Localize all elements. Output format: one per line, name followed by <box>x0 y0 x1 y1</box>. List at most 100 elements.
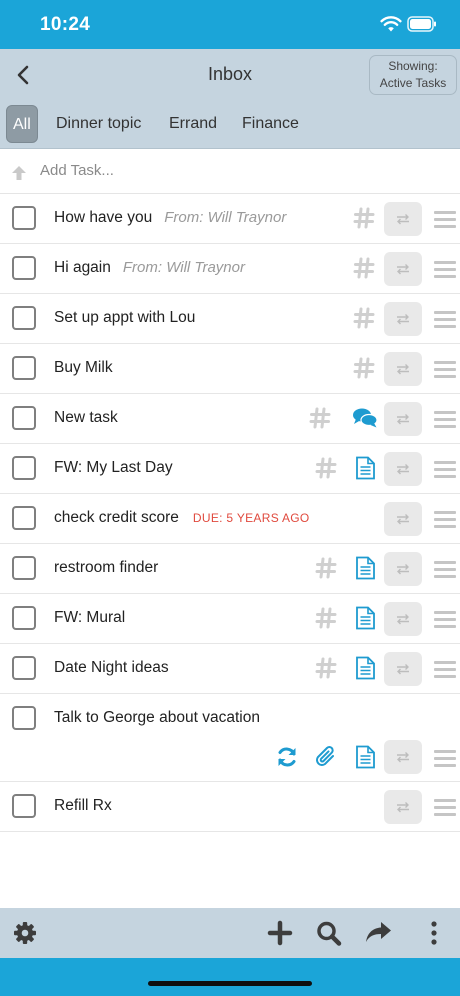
task-row[interactable]: Talk to George about vacation <box>0 694 460 782</box>
move-task-button[interactable] <box>384 502 422 536</box>
tab-dinner-topic[interactable]: Dinner topic <box>50 105 147 143</box>
task-row[interactable]: How have you From: Will Traynor <box>0 194 460 244</box>
move-task-button[interactable] <box>384 302 422 336</box>
hashtag-icon[interactable] <box>353 357 375 379</box>
share-icon[interactable] <box>364 920 392 946</box>
tab-finance[interactable]: Finance <box>236 105 305 143</box>
home-indicator-area <box>0 958 460 996</box>
move-task-button[interactable] <box>384 252 422 286</box>
move-task-button[interactable] <box>384 602 422 636</box>
drag-handle-icon[interactable] <box>434 261 456 279</box>
task-checkbox[interactable] <box>12 506 36 530</box>
note-icon[interactable] <box>354 745 376 769</box>
showing-label: Showing: <box>388 59 438 73</box>
task-row[interactable]: Date Night ideas <box>0 644 460 694</box>
swap-arrows-icon <box>397 752 409 763</box>
task-checkbox[interactable] <box>12 656 36 680</box>
task-row[interactable]: FW: Mural <box>0 594 460 644</box>
task-row[interactable]: Hi again From: Will Traynor <box>0 244 460 294</box>
plus-icon[interactable] <box>266 920 294 946</box>
drag-handle-icon[interactable] <box>434 511 456 529</box>
task-title: How have you From: Will Traynor <box>54 209 286 227</box>
move-task-button[interactable] <box>384 652 422 686</box>
move-task-button[interactable] <box>384 740 422 774</box>
drag-handle-icon[interactable] <box>434 561 456 579</box>
task-checkbox[interactable] <box>12 556 36 580</box>
move-task-button[interactable] <box>384 790 422 824</box>
showing-value: Active Tasks <box>379 76 447 90</box>
back-button[interactable] <box>10 61 36 89</box>
task-row[interactable]: restroom finder <box>0 544 460 594</box>
task-title: Talk to George about vacation <box>54 709 260 726</box>
add-task-row[interactable]: Add Task... <box>0 150 460 194</box>
task-row[interactable]: check credit score DUE: 5 YEARS AGO <box>0 494 460 544</box>
task-checkbox[interactable] <box>12 706 36 730</box>
task-checkbox[interactable] <box>12 406 36 430</box>
hashtag-icon[interactable] <box>353 207 375 229</box>
task-title: FW: My Last Day <box>54 459 173 476</box>
note-icon[interactable] <box>354 606 376 630</box>
swap-arrows-icon <box>397 464 409 475</box>
hashtag-icon[interactable] <box>315 457 337 479</box>
repeat-icon[interactable] <box>275 745 299 769</box>
due-badge: DUE: 5 YEARS AGO <box>192 511 310 525</box>
tab-all[interactable]: All <box>6 105 38 143</box>
tab-errand[interactable]: Errand <box>163 105 223 143</box>
move-task-button[interactable] <box>384 452 422 486</box>
drag-handle-icon[interactable] <box>434 411 456 429</box>
search-icon[interactable] <box>315 920 343 946</box>
hashtag-icon[interactable] <box>315 657 337 679</box>
task-row[interactable]: New task <box>0 394 460 444</box>
move-task-button[interactable] <box>384 202 422 236</box>
note-icon[interactable] <box>354 556 376 580</box>
swap-arrows-icon <box>397 314 409 325</box>
drag-handle-icon[interactable] <box>434 611 456 629</box>
task-row[interactable]: FW: My Last Day <box>0 444 460 494</box>
showing-filter-button[interactable]: Showing: Active Tasks <box>369 55 457 95</box>
task-checkbox[interactable] <box>12 606 36 630</box>
task-checkbox[interactable] <box>12 356 36 380</box>
task-checkbox[interactable] <box>12 794 36 818</box>
add-task-input[interactable]: Add Task... <box>40 162 114 179</box>
hashtag-icon[interactable] <box>353 307 375 329</box>
attachment-icon[interactable] <box>314 744 338 770</box>
task-checkbox[interactable] <box>12 306 36 330</box>
note-icon[interactable] <box>354 656 376 680</box>
task-title: check credit score DUE: 5 YEARS AGO <box>54 509 310 527</box>
hashtag-icon[interactable] <box>315 557 337 579</box>
drag-handle-icon[interactable] <box>434 361 456 379</box>
drag-handle-icon[interactable] <box>434 211 456 229</box>
task-checkbox[interactable] <box>12 206 36 230</box>
arrow-up-icon[interactable] <box>9 163 29 183</box>
hashtag-icon[interactable] <box>353 257 375 279</box>
swap-arrows-icon <box>397 364 409 375</box>
drag-handle-icon[interactable] <box>434 750 456 768</box>
gear-icon[interactable] <box>12 920 40 946</box>
status-bar: 10:24 <box>0 0 460 49</box>
task-row[interactable]: Set up appt with Lou <box>0 294 460 344</box>
more-icon[interactable] <box>420 920 448 946</box>
move-task-button[interactable] <box>384 352 422 386</box>
task-title: Set up appt with Lou <box>54 309 196 326</box>
hashtag-icon[interactable] <box>315 607 337 629</box>
hashtag-icon[interactable] <box>309 407 331 429</box>
move-task-button[interactable] <box>384 402 422 436</box>
comments-icon[interactable] <box>352 407 378 429</box>
task-row[interactable]: Refill Rx <box>0 782 460 832</box>
note-icon[interactable] <box>354 456 376 480</box>
swap-arrows-icon <box>397 514 409 525</box>
home-indicator[interactable] <box>148 981 312 986</box>
status-time: 10:24 <box>40 14 91 35</box>
drag-handle-icon[interactable] <box>434 311 456 329</box>
drag-handle-icon[interactable] <box>434 799 456 817</box>
drag-handle-icon[interactable] <box>434 461 456 479</box>
task-row[interactable]: Buy Milk <box>0 344 460 394</box>
swap-arrows-icon <box>397 614 409 625</box>
task-checkbox[interactable] <box>12 256 36 280</box>
task-checkbox[interactable] <box>12 456 36 480</box>
task-from: From: Will Traynor <box>164 209 287 226</box>
move-task-button[interactable] <box>384 552 422 586</box>
task-title-text: How have you <box>54 209 153 226</box>
swap-arrows-icon <box>397 414 409 425</box>
drag-handle-icon[interactable] <box>434 661 456 679</box>
